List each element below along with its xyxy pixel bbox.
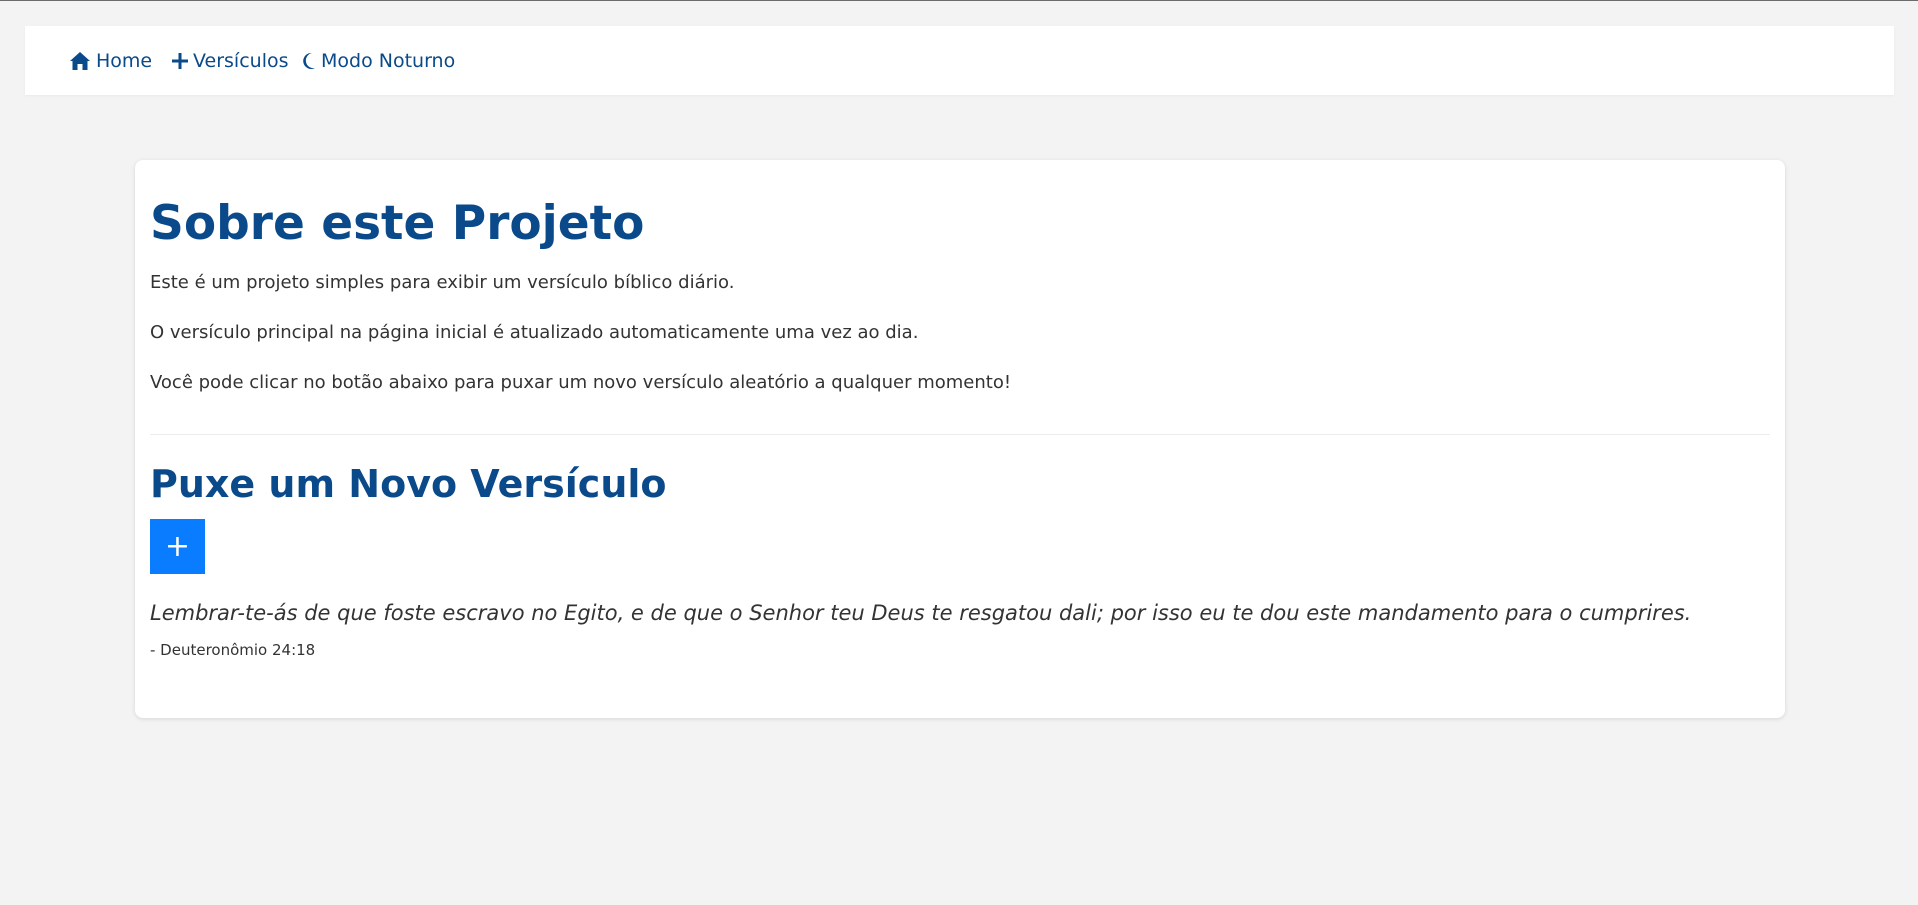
plus-icon (171, 50, 189, 72)
pull-verse-heading: Puxe um Novo Versículo (150, 462, 667, 506)
nav-verses-label: Versículos (193, 49, 289, 72)
about-paragraph-3: Você pode clicar no botão abaixo para pu… (150, 372, 1012, 393)
about-paragraph-2: O versículo principal na página inicial … (150, 322, 919, 343)
nav-home-label: Home (96, 49, 153, 72)
about-card: Sobre este Projeto Este é um projeto sim… (135, 160, 1785, 718)
top-navbar: Home Versículos Modo Noturno (25, 26, 1894, 95)
about-paragraph-1: Este é um projeto simples para exibir um… (150, 272, 735, 293)
section-divider (150, 434, 1770, 435)
nav-night-mode-link[interactable]: Modo Noturno (301, 26, 455, 95)
moon-icon (301, 50, 317, 72)
page-title: Sobre este Projeto (150, 196, 645, 251)
nav-night-mode-label: Modo Noturno (321, 49, 456, 72)
new-verse-button[interactable]: + (150, 519, 205, 574)
window-top-border (0, 0, 1918, 1)
nav-home-link[interactable]: Home (69, 26, 152, 95)
verse-reference: - Deuteronômio 24:18 (150, 641, 316, 659)
nav-verses-link[interactable]: Versículos (171, 26, 289, 95)
verse-text: Lembrar-te-ás de que foste escravo no Eg… (150, 601, 1692, 625)
home-icon (69, 50, 91, 72)
